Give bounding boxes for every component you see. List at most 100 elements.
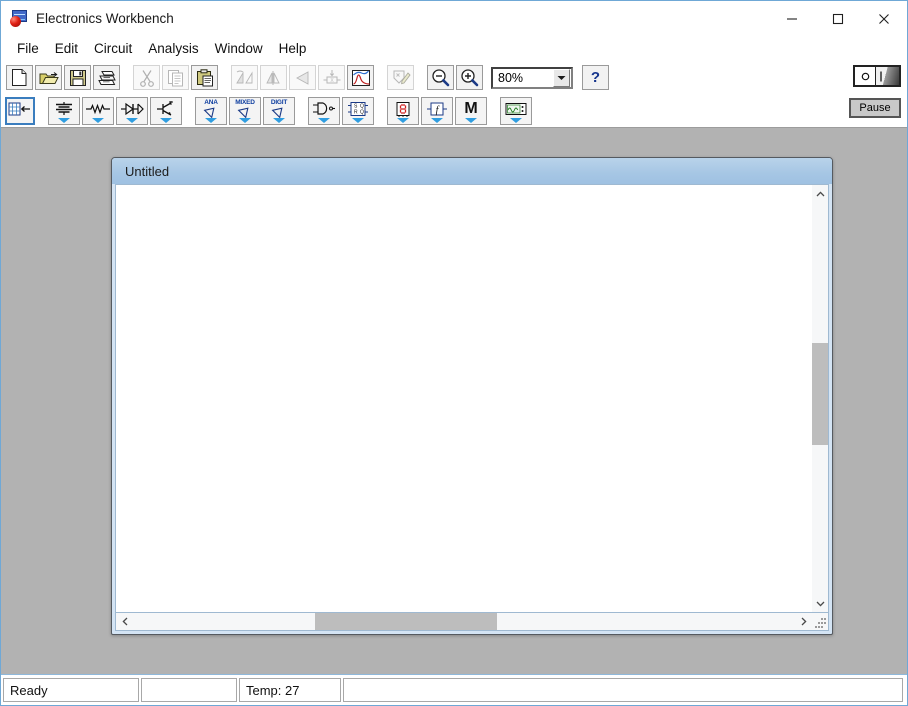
basic-button[interactable] — [82, 97, 114, 125]
menu-help[interactable]: Help — [271, 39, 315, 59]
child-window-title: Untitled — [125, 164, 169, 179]
clipboard-paste-icon — [196, 69, 214, 87]
open-file-button[interactable] — [35, 65, 62, 90]
window-resize-grip[interactable] — [812, 613, 828, 630]
miscellaneous-button[interactable]: M — [455, 97, 487, 125]
analog-ics-button[interactable]: ANA — [195, 97, 227, 125]
close-button[interactable] — [861, 1, 907, 36]
question-mark-icon: ? — [591, 69, 600, 86]
copy-pages-icon — [167, 69, 185, 87]
zoom-level-select[interactable]: 80% — [491, 67, 573, 89]
diodes-button[interactable] — [116, 97, 148, 125]
chevron-down-icon — [465, 118, 477, 123]
power-switch-toggle[interactable] — [853, 65, 901, 87]
vertical-scroll-thumb[interactable] — [812, 343, 828, 445]
print-button[interactable] — [93, 65, 120, 90]
new-document-icon — [11, 68, 28, 87]
status-message: Ready — [3, 678, 139, 702]
digital-ics-button[interactable]: DIGIT — [263, 97, 295, 125]
logic-gates-button[interactable] — [308, 97, 340, 125]
chevron-down-icon — [126, 118, 138, 123]
open-folder-icon — [39, 69, 59, 87]
scissors-icon — [139, 69, 155, 87]
mdi-workspace: Untitled — [1, 127, 907, 674]
pause-button[interactable]: Pause — [849, 98, 901, 118]
application-window: Electronics Workbench File Edit Circuit … — [0, 0, 908, 706]
flip-horizontal-icon — [264, 69, 284, 87]
scroll-left-button[interactable] — [116, 613, 133, 630]
horizontal-scroll-thumb[interactable] — [315, 613, 497, 630]
power-off-side — [855, 67, 876, 85]
parts-bin-icon — [8, 101, 32, 121]
sources-button[interactable] — [48, 97, 80, 125]
parts-bin-button[interactable] — [5, 97, 35, 125]
component-toolbar: ANA MIXED DIGIT — [1, 94, 907, 127]
mixed-ics-button[interactable]: MIXED — [229, 97, 261, 125]
circuit-canvas[interactable] — [115, 184, 812, 613]
instruments-button[interactable] — [500, 97, 532, 125]
chevron-down-icon — [352, 118, 364, 123]
menu-file[interactable]: File — [9, 39, 47, 59]
statusbar: Ready Temp: 27 — [1, 674, 907, 705]
controls-button[interactable]: f — [421, 97, 453, 125]
copy-button[interactable] — [162, 65, 189, 90]
horizontal-scrollbar[interactable] — [115, 613, 829, 631]
chevron-down-icon — [273, 118, 285, 123]
indicators-button[interactable] — [387, 97, 419, 125]
scroll-up-button[interactable] — [812, 185, 828, 202]
flip-vertical-button[interactable] — [289, 65, 316, 90]
digital-button[interactable]: S R Q Q — [342, 97, 374, 125]
window-title: Electronics Workbench — [36, 11, 174, 26]
rotate-component-icon — [235, 69, 255, 87]
menu-edit[interactable]: Edit — [47, 39, 86, 59]
child-window-body — [112, 184, 832, 634]
horizontal-scroll-track[interactable] — [133, 613, 795, 630]
component-edit-icon — [391, 69, 411, 87]
help-button[interactable]: ? — [582, 65, 609, 90]
create-subcircuit-button[interactable]: X — [318, 65, 345, 90]
window-controls — [769, 1, 907, 36]
floppy-disk-icon — [69, 69, 87, 87]
chevron-down-icon — [397, 118, 409, 123]
maximize-button[interactable] — [815, 1, 861, 36]
menu-window[interactable]: Window — [207, 39, 271, 59]
transistors-button[interactable] — [150, 97, 182, 125]
chevron-down-icon — [205, 118, 217, 123]
power-on-side — [876, 67, 899, 85]
resistor-icon — [85, 102, 111, 119]
new-file-button[interactable] — [6, 65, 33, 90]
flip-horizontal-button[interactable] — [260, 65, 287, 90]
component-properties-button[interactable] — [387, 65, 414, 90]
minimize-button[interactable] — [769, 1, 815, 36]
digital-ics-label: DIGIT — [264, 99, 294, 106]
chevron-down-icon — [318, 118, 330, 123]
zoom-in-button[interactable] — [456, 65, 483, 90]
cut-button[interactable] — [133, 65, 160, 90]
canvas-row — [115, 184, 829, 613]
magnifier-minus-icon — [431, 68, 450, 87]
vertical-scroll-track[interactable] — [812, 202, 828, 595]
rotate-button[interactable] — [231, 65, 258, 90]
paste-button[interactable] — [191, 65, 218, 90]
menubar: File Edit Circuit Analysis Window Help — [1, 36, 907, 61]
chevron-down-icon[interactable] — [553, 69, 570, 87]
analog-ics-label: ANA — [196, 99, 226, 106]
svg-text:R: R — [354, 110, 358, 116]
save-file-button[interactable] — [64, 65, 91, 90]
status-temperature: Temp: 27 — [239, 678, 341, 702]
display-graphs-button[interactable] — [347, 65, 374, 90]
chevron-down-icon — [239, 118, 251, 123]
chevron-down-icon — [160, 118, 172, 123]
magnifier-plus-icon — [460, 68, 479, 87]
zoom-out-button[interactable] — [427, 65, 454, 90]
scroll-down-button[interactable] — [812, 595, 828, 612]
menu-circuit[interactable]: Circuit — [86, 39, 140, 59]
status-panel-blank — [141, 678, 237, 702]
ewb-logo-icon — [10, 10, 28, 28]
scroll-right-button[interactable] — [795, 613, 812, 630]
child-window-titlebar[interactable]: Untitled — [112, 158, 832, 184]
chevron-down-icon — [92, 118, 104, 123]
vertical-scrollbar[interactable] — [812, 184, 829, 613]
printer-icon — [97, 69, 117, 87]
menu-analysis[interactable]: Analysis — [140, 39, 206, 59]
